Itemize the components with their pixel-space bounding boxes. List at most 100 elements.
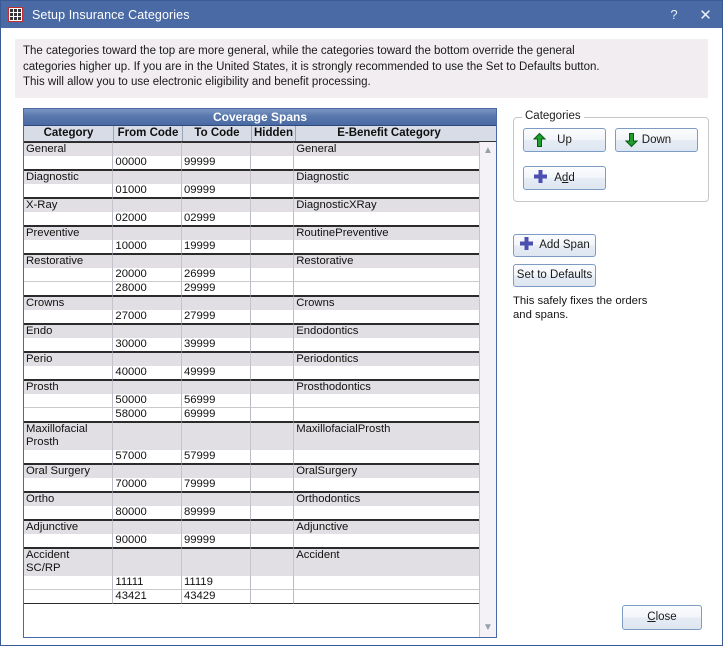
cell-to[interactable]: 99999 [181,155,251,170]
table-row[interactable]: 57000 57999 [24,449,479,464]
cell-ebenefit[interactable] [294,267,479,282]
cell-category[interactable] [24,533,114,548]
cell-category[interactable] [24,281,114,296]
cell-ebenefit[interactable] [294,589,479,604]
cell-from[interactable] [113,519,182,534]
cell-category[interactable] [24,477,114,492]
cell-from[interactable]: 30000 [113,337,182,352]
table-row[interactable]: Endo Endodontics [24,323,479,338]
table-row[interactable]: 40000 49999 [24,365,479,380]
cell-from[interactable] [113,463,182,478]
cell-category[interactable]: Maxillofacial Prosth [24,421,114,450]
cell-hidden[interactable] [250,253,295,268]
cell-ebenefit[interactable] [294,561,479,576]
cell-category[interactable] [24,337,114,352]
help-icon[interactable]: ? [659,1,689,28]
cell-to[interactable]: 56999 [181,393,251,408]
cell-ebenefit[interactable]: Restorative [294,253,479,268]
table-row[interactable]: 28000 29999 [24,281,479,296]
table-row[interactable]: 90000 99999 [24,533,479,548]
cell-from[interactable] [113,141,182,156]
cell-to[interactable]: 99999 [181,533,251,548]
cell-to[interactable] [181,323,251,338]
cell-hidden[interactable] [250,295,295,310]
table-row[interactable]: X-Ray DiagnosticXRay [24,197,479,212]
cell-hidden[interactable] [250,533,295,548]
column-header-hidden[interactable]: Hidden [252,125,296,141]
cell-hidden[interactable] [250,589,295,604]
cell-category[interactable]: SC/RP [24,561,114,576]
cell-from[interactable]: 27000 [113,309,182,324]
cell-from[interactable]: 43421 [113,589,182,604]
column-header-ebenefit-category[interactable]: E-Benefit Category [296,126,482,141]
table-row[interactable]: 43421 43429 [24,589,479,604]
cell-to[interactable] [181,295,251,310]
cell-from[interactable] [113,561,182,576]
table-row[interactable]: 00000 99999 [24,155,479,170]
cell-ebenefit[interactable] [294,393,479,408]
cell-hidden[interactable] [250,141,295,156]
cell-category[interactable]: Oral Surgery [24,463,114,478]
cell-to[interactable] [181,351,251,366]
scroll-down-icon[interactable]: ▼ [483,619,493,637]
cell-ebenefit[interactable]: Diagnostic [294,169,479,184]
cell-ebenefit[interactable]: Orthodontics [294,491,479,506]
cell-ebenefit[interactable] [294,337,479,352]
cell-hidden[interactable] [250,407,295,422]
table-row[interactable]: 11111 11119 [24,575,479,590]
cell-hidden[interactable] [250,225,295,240]
column-header-from-code[interactable]: From Code [114,125,183,141]
cell-category[interactable] [24,589,114,604]
table-row[interactable]: General General [24,141,479,156]
cell-hidden[interactable] [250,351,295,366]
table-row[interactable]: Maxillofacial Prosth MaxillofacialProsth [24,421,479,450]
add-category-button[interactable]: Add [523,165,606,190]
cell-category[interactable] [24,365,114,380]
cell-to[interactable]: 19999 [181,239,251,254]
cell-category[interactable]: Preventive [24,225,114,240]
table-row[interactable]: Perio Periodontics [24,351,479,366]
cell-ebenefit[interactable]: Prosthodontics [294,379,479,394]
cell-category[interactable] [24,239,114,254]
set-to-defaults-button[interactable]: Set to Defaults [513,263,596,287]
cell-to[interactable] [181,519,251,534]
column-header-to-code[interactable]: To Code [183,125,252,141]
cell-from[interactable]: 70000 [113,477,182,492]
cell-category[interactable]: Perio [24,351,114,366]
cell-ebenefit[interactable] [294,281,479,296]
cell-ebenefit[interactable]: DiagnosticXRay [294,197,479,212]
cell-from[interactable]: 11111 [113,575,182,590]
cell-ebenefit[interactable] [294,211,479,226]
cell-ebenefit[interactable] [294,407,479,422]
cell-ebenefit[interactable] [294,365,479,380]
cell-to[interactable]: 02999 [181,211,251,226]
grid-empty-area[interactable] [24,603,496,637]
cell-hidden[interactable] [250,477,295,492]
table-row[interactable]: Preventive RoutinePreventive [24,225,479,240]
cell-from[interactable]: 58000 [113,407,182,422]
table-row[interactable]: 02000 02999 [24,211,479,226]
cell-category[interactable]: Prosth [24,379,114,394]
add-span-button[interactable]: Add Span [513,233,596,257]
cell-to[interactable] [181,197,251,212]
scroll-up-icon[interactable]: ▲ [483,142,493,160]
cell-from[interactable] [113,421,182,450]
cell-hidden[interactable] [250,421,295,450]
cell-category[interactable]: Ortho [24,491,114,506]
grid-scrollbar[interactable]: ▲ ▼ [479,141,496,637]
coverage-spans-grid[interactable]: Coverage Spans Category From Code To Cod… [23,107,497,638]
cell-from[interactable]: 80000 [113,505,182,520]
cell-category[interactable]: Diagnostic [24,169,114,184]
cell-to[interactable] [181,491,251,506]
cell-from[interactable] [113,169,182,184]
cell-ebenefit[interactable] [294,477,479,492]
cell-to[interactable]: 11119 [181,575,251,590]
table-row[interactable]: Adjunctive Adjunctive [24,519,479,534]
cell-hidden[interactable] [250,505,295,520]
cell-ebenefit[interactable]: Periodontics [294,351,479,366]
cell-to[interactable]: 79999 [181,477,251,492]
cell-hidden[interactable] [250,337,295,352]
cell-to[interactable] [181,561,251,576]
cell-category[interactable]: Accident [24,547,114,562]
cell-from[interactable]: 50000 [113,393,182,408]
